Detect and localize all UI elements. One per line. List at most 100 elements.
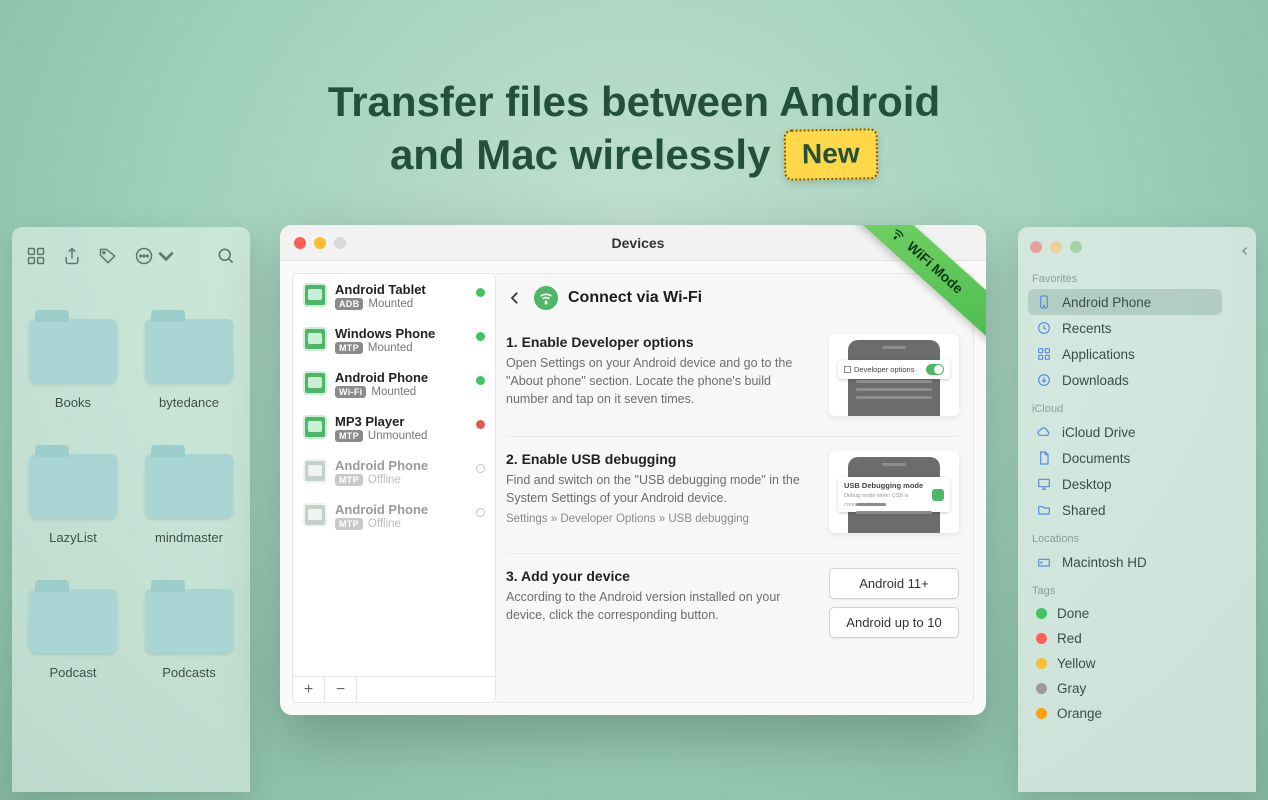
sidebar-item[interactable]: Yellow xyxy=(1028,651,1222,676)
sidebar-item[interactable]: iCloud Drive xyxy=(1028,419,1222,445)
close-button[interactable] xyxy=(294,237,306,249)
device-name: Android Phone xyxy=(335,502,468,517)
device-icon xyxy=(303,283,327,307)
device-sub: MTPOffline xyxy=(335,518,468,530)
folder-item[interactable]: mindmaster xyxy=(134,418,244,545)
protocol-badge: MTP xyxy=(335,342,363,354)
step3-title: 3. Add your device xyxy=(506,568,813,584)
download-icon xyxy=(1036,372,1052,388)
sidebar-item[interactable]: Macintosh HD xyxy=(1028,549,1222,575)
folder-icon xyxy=(145,589,233,653)
sidebar-item-label: Macintosh HD xyxy=(1062,555,1147,570)
zoom-button[interactable] xyxy=(334,237,346,249)
protocol-badge: MTP xyxy=(335,518,363,530)
folder-item[interactable]: Podcast xyxy=(18,553,128,680)
grid-icon[interactable] xyxy=(26,246,46,271)
folder-icon xyxy=(145,454,233,518)
folder-label: Podcasts xyxy=(162,665,215,680)
status-dot xyxy=(476,420,485,429)
tag-icon[interactable] xyxy=(98,246,118,271)
new-badge: New xyxy=(784,128,878,181)
sidebar-item[interactable]: Documents xyxy=(1028,445,1222,471)
sidebar-item-label: Downloads xyxy=(1062,373,1129,388)
sidebar-item[interactable]: Downloads xyxy=(1028,367,1222,393)
desktop-icon xyxy=(1036,476,1052,492)
folder-item[interactable]: Podcasts xyxy=(134,553,244,680)
shared-icon xyxy=(1036,502,1052,518)
folder-icon xyxy=(145,319,233,383)
sidebar-item-label: Red xyxy=(1057,631,1082,646)
favorites-header: Favorites xyxy=(1032,273,1222,285)
device-sub: MTPUnmounted xyxy=(335,430,468,442)
device-name: Android Phone xyxy=(335,458,468,473)
folder-label: LazyList xyxy=(49,530,97,545)
step-2: 2. Enable USB debugging Find and switch … xyxy=(506,437,959,554)
finder-toolbar xyxy=(12,241,250,275)
device-item[interactable]: Android TabletADBMounted xyxy=(293,274,495,318)
step2-title: 2. Enable USB debugging xyxy=(506,451,813,467)
device-sub: Wi-FiMounted xyxy=(335,386,468,398)
back-button[interactable] xyxy=(506,289,524,307)
sidebar-item[interactable]: Gray xyxy=(1028,676,1222,701)
device-item[interactable]: MP3 PlayerMTPUnmounted xyxy=(293,406,495,450)
device-name: Android Tablet xyxy=(335,282,468,297)
device-item[interactable]: Android PhoneMTPOffline xyxy=(293,494,495,538)
device-icon xyxy=(303,503,327,527)
device-item[interactable]: Android PhoneWi-FiMounted xyxy=(293,362,495,406)
folder-item[interactable]: bytedance xyxy=(134,283,244,410)
step2-desc: Find and switch on the "USB debugging mo… xyxy=(506,471,813,507)
status-dot xyxy=(476,288,485,297)
search-icon[interactable] xyxy=(216,246,236,271)
hero-line1: Transfer files between Android xyxy=(0,76,1268,129)
finder-window-left: Booksbytedance LazyList mindmaster Podcast P… xyxy=(12,227,250,792)
minimize-button[interactable] xyxy=(314,237,326,249)
device-name: Windows Phone xyxy=(335,326,468,341)
sidebar-item-label: Gray xyxy=(1057,681,1086,696)
device-list: Android TabletADBMountedWindows PhoneMTP… xyxy=(293,274,495,676)
wifi-icon xyxy=(534,286,558,310)
step3-desc: According to the Android version install… xyxy=(506,588,813,624)
cloud-icon xyxy=(1036,424,1052,440)
sidebar-item-label: Shared xyxy=(1062,503,1106,518)
folder-item[interactable]: Books xyxy=(18,283,128,410)
sidebar-item[interactable]: Android Phone xyxy=(1028,289,1222,315)
close-button[interactable] xyxy=(1030,241,1042,253)
sidebar-item[interactable]: Red xyxy=(1028,626,1222,651)
folder-label: Podcast xyxy=(50,665,97,680)
sidebar-item[interactable]: Orange xyxy=(1028,701,1222,726)
android-11-button[interactable]: Android 11+ xyxy=(829,568,959,599)
tag-dot-icon xyxy=(1036,683,1047,694)
more-icon[interactable] xyxy=(134,246,176,271)
tag-dot-icon xyxy=(1036,633,1047,644)
device-panel: Android TabletADBMountedWindows PhoneMTP… xyxy=(292,273,496,703)
hero-line2: and Mac wirelessly xyxy=(390,129,771,182)
sidebar-item[interactable]: Shared xyxy=(1028,497,1222,523)
zoom-button[interactable] xyxy=(1070,241,1082,253)
folder-item[interactable]: LazyList xyxy=(18,418,128,545)
check-icon xyxy=(932,489,944,501)
tags-header: Tags xyxy=(1032,585,1222,597)
finder-back-chevron[interactable] xyxy=(1234,227,1256,792)
device-item[interactable]: Windows PhoneMTPMounted xyxy=(293,318,495,362)
sidebar-item[interactable]: Done xyxy=(1028,601,1222,626)
device-sub: ADBMounted xyxy=(335,298,468,310)
android-10-button[interactable]: Android up to 10 xyxy=(829,607,959,638)
share-icon[interactable] xyxy=(62,246,82,271)
device-icon xyxy=(303,459,327,483)
sidebar-item-label: iCloud Drive xyxy=(1062,425,1136,440)
apps-icon xyxy=(1036,346,1052,362)
sidebar-item-label: Orange xyxy=(1057,706,1102,721)
sidebar-item[interactable]: Recents xyxy=(1028,315,1222,341)
minimize-button[interactable] xyxy=(1050,241,1062,253)
sidebar-item[interactable]: Desktop xyxy=(1028,471,1222,497)
doc-icon xyxy=(1036,450,1052,466)
content-header: Connect via Wi-Fi xyxy=(506,286,959,320)
add-device-button[interactable]: + xyxy=(293,677,325,702)
tag-dot-icon xyxy=(1036,658,1047,669)
remove-device-button[interactable]: − xyxy=(325,677,357,702)
device-item[interactable]: Android PhoneMTPOffline xyxy=(293,450,495,494)
tag-dot-icon xyxy=(1036,608,1047,619)
device-sub: MTPMounted xyxy=(335,342,468,354)
folder-icon xyxy=(29,589,117,653)
sidebar-item[interactable]: Applications xyxy=(1028,341,1222,367)
